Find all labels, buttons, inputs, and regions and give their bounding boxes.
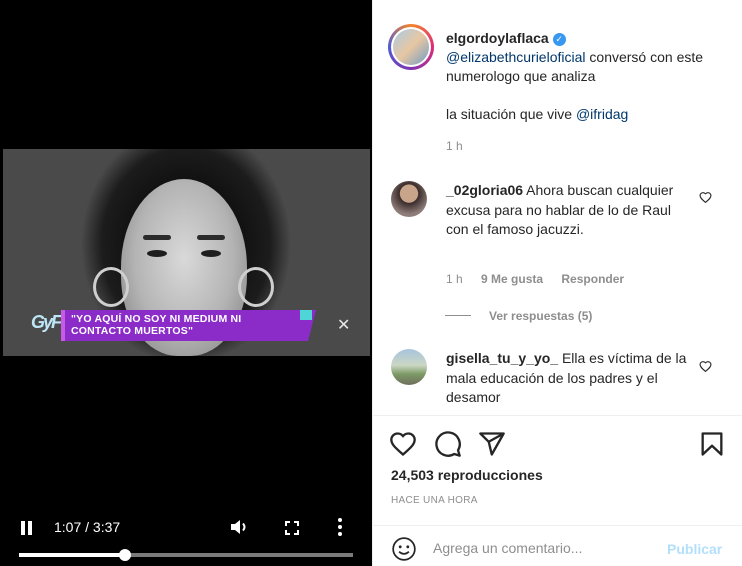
view-replies-label: Ver respuestas (5) [489, 309, 593, 323]
comment-username[interactable]: gisella_tu_y_yo_ [446, 350, 558, 366]
view-replies[interactable]: Ver respuestas (5) [445, 309, 592, 323]
video-time: 1:07 / 3:37 [54, 519, 121, 535]
right-brow [197, 235, 225, 240]
post-time: 1 h [446, 139, 463, 153]
pause-button[interactable] [20, 521, 34, 535]
share-icon[interactable] [478, 430, 506, 458]
left-eye [147, 250, 167, 257]
post-actions: 24,503 reproducciones HACE UNA HORA [373, 415, 742, 525]
comment-body: gisella_tu_y_yo_ Ella es víctima de la m… [446, 349, 691, 408]
comment-input[interactable] [433, 538, 653, 558]
commenter-avatar[interactable] [391, 349, 427, 385]
left-brow [143, 235, 171, 240]
post-panel: elgordoylaflaca ✓ @elizabethcurieloficial… [372, 0, 742, 566]
right-earring [238, 267, 274, 307]
right-eye [201, 250, 221, 257]
comment-composer: Publicar [373, 525, 742, 566]
like-icon[interactable] [389, 430, 417, 458]
author-avatar[interactable] [388, 24, 434, 70]
video-player[interactable]: GyF "YO AQUÍ NO SOY NI MEDIUM NI CONTACT… [0, 0, 372, 566]
network-logo-icon: ✕ [337, 317, 351, 334]
post-caption: elgordoylaflaca ✓ @elizabethcurieloficial… [446, 29, 726, 124]
comment-time: 1 h [446, 272, 463, 286]
like-comment-icon[interactable] [699, 360, 712, 372]
publish-button[interactable]: Publicar [667, 541, 722, 557]
comment-meta: 1 h 9 Me gusta Responder [446, 272, 639, 286]
more-options-icon[interactable] [338, 518, 344, 539]
save-icon[interactable] [698, 430, 726, 458]
progress-bar[interactable] [19, 549, 353, 561]
lower-third-text: "YO AQUÍ NO SOY NI MEDIUM NI CONTACTO MU… [71, 313, 242, 337]
view-count[interactable]: 24,503 reproducciones [391, 467, 543, 483]
caption-line-2: la situación que vive [446, 106, 576, 122]
left-earring [93, 267, 129, 307]
show-logo: GyF [31, 312, 62, 332]
fullscreen-icon[interactable] [285, 521, 299, 535]
progress-fill [19, 553, 125, 557]
comments-scroll[interactable]: elgordoylaflaca ✓ @elizabethcurieloficial… [373, 0, 742, 415]
verified-badge-icon: ✓ [552, 33, 566, 46]
caption-mention-2[interactable]: @ifridag [576, 106, 628, 122]
reply-button[interactable]: Responder [561, 272, 624, 286]
caption-mention[interactable]: @elizabethcurieloficial [446, 49, 586, 65]
emoji-icon[interactable] [391, 536, 417, 562]
comment-username[interactable]: _02gloria06 [446, 182, 523, 198]
like-comment-icon[interactable] [699, 191, 712, 203]
video-controls: 1:07 / 3:37 [0, 512, 372, 552]
commenter-avatar[interactable] [391, 181, 427, 217]
author-username[interactable]: elgordoylaflaca [446, 30, 549, 46]
comment-body: _02gloria06 Ahora buscan cualquier excus… [446, 181, 691, 240]
progress-handle[interactable] [118, 549, 131, 561]
comment-likes[interactable]: 9 Me gusta [481, 272, 543, 286]
comment-icon[interactable] [434, 430, 462, 458]
lower-third-banner: "YO AQUÍ NO SOY NI MEDIUM NI CONTACTO MU… [61, 310, 316, 341]
lower-third-accent [300, 310, 312, 320]
post-age: HACE UNA HORA [391, 495, 478, 506]
volume-icon[interactable] [230, 519, 248, 539]
video-frame[interactable]: GyF "YO AQUÍ NO SOY NI MEDIUM NI CONTACT… [3, 149, 370, 356]
